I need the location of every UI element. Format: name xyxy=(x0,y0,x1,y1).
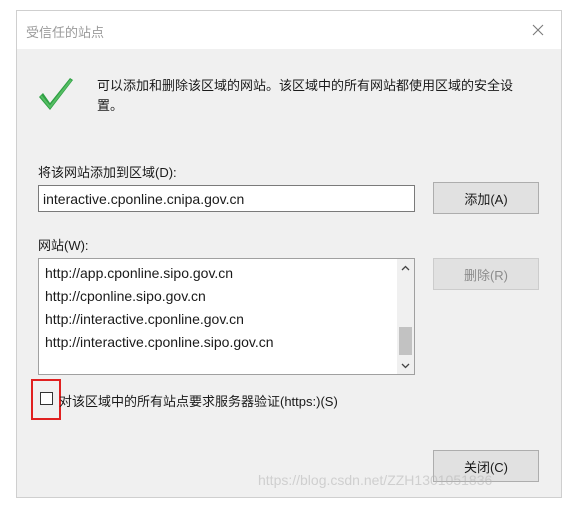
chevron-down-icon xyxy=(401,363,410,368)
close-window-button[interactable] xyxy=(515,11,561,49)
chevron-up-icon xyxy=(401,265,410,270)
site-item-4[interactable]: http://interactive.cponline.sipo.gov.cn xyxy=(45,334,274,350)
site-item-2[interactable]: http://cponline.sipo.gov.cn xyxy=(45,288,206,304)
https-checkbox-label[interactable]: 对该区域中的所有站点要求服务器验证(https:)(S) xyxy=(59,391,338,410)
close-icon xyxy=(532,24,544,36)
sites-scrollbar[interactable] xyxy=(397,259,414,374)
info-text: 可以添加和删除该区域的网站。该区域中的所有网站都使用区域的安全设置。 xyxy=(97,78,514,113)
scroll-down-button[interactable] xyxy=(397,357,414,374)
add-button[interactable]: 添加(A) xyxy=(433,182,539,214)
title-bar: 受信任的站点 xyxy=(17,11,561,49)
trusted-sites-dialog: 受信任的站点 可以添加和删除该区域的网站。该区域中的所有网站都使用区域的安全设置… xyxy=(16,10,562,498)
site-item-3[interactable]: http://interactive.cponline.gov.cn xyxy=(45,311,244,327)
add-site-label: 将该网站添加到区域(D): xyxy=(38,165,177,180)
sites-list[interactable]: http://app.cponline.sipo.gov.cn http://c… xyxy=(38,258,415,375)
checkbox-highlight xyxy=(31,379,61,420)
site-url-input[interactable] xyxy=(38,185,415,212)
dialog-title: 受信任的站点 xyxy=(26,25,105,40)
site-item-1[interactable]: http://app.cponline.sipo.gov.cn xyxy=(45,265,233,281)
remove-button[interactable]: 删除(R) xyxy=(433,258,539,290)
watermark: https://blog.csdn.net/ZZH1301051836 xyxy=(258,472,493,488)
sites-label: 网站(W): xyxy=(38,238,89,253)
scroll-up-button[interactable] xyxy=(397,259,414,276)
scroll-thumb[interactable] xyxy=(399,327,412,355)
checkmark-icon xyxy=(39,78,73,110)
